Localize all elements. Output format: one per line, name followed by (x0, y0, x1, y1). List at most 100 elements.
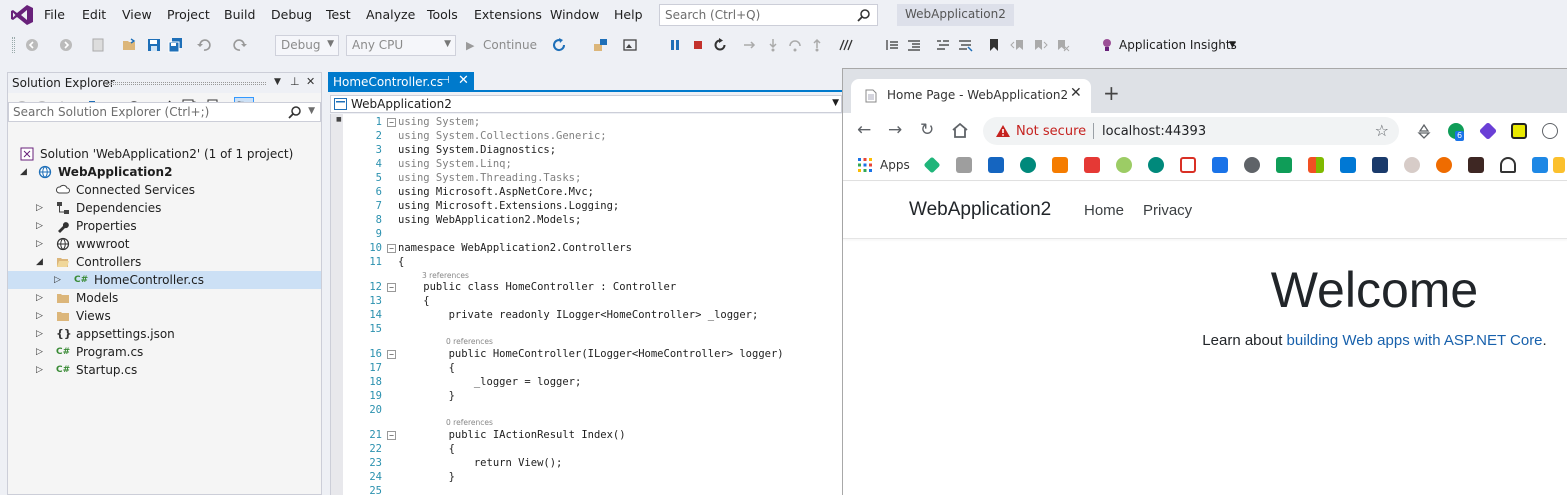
solution-explorer-search[interactable]: Search Solution Explorer (Ctrl+;) ▼ (8, 102, 321, 122)
tree-item-startup[interactable]: ▷ C# Startup.cs (8, 361, 321, 379)
application-insights-button[interactable]: Application Insights (1119, 38, 1237, 52)
bookmark-lock-icon[interactable] (1500, 157, 1516, 173)
step-into-icon[interactable] (765, 37, 781, 53)
toolbar-grip[interactable] (12, 37, 15, 53)
continue-button[interactable]: Continue (483, 38, 537, 52)
bookmark-icon[interactable] (1532, 157, 1548, 173)
learn-link[interactable]: building Web apps with ASP.NET Core (1287, 332, 1543, 349)
bookmark-icon[interactable] (1084, 157, 1100, 173)
clear-bookmarks-icon[interactable] (1054, 37, 1070, 53)
code-line[interactable]: 2 using System.Collections.Generic; (331, 129, 843, 143)
uncomment-lines-icon[interactable] (957, 37, 973, 53)
visual-studio-logo-icon[interactable] (10, 4, 34, 26)
new-project-icon[interactable] (90, 37, 106, 53)
collapse-region-icon[interactable]: − (387, 283, 396, 292)
menu-window[interactable]: Window (550, 7, 599, 22)
step-out-icon[interactable] (809, 37, 825, 53)
play-icon[interactable]: ▶ (466, 39, 474, 52)
collapsed-arrow-icon[interactable]: ▷ (36, 325, 43, 343)
tab-homecontroller[interactable]: HomeController.cs ⊣ ✕ (328, 72, 474, 92)
tree-item-wwwroot[interactable]: ▷ wwwroot (8, 235, 321, 253)
bookmark-icon[interactable] (1052, 157, 1068, 173)
bookmark-folder-icon[interactable] (1553, 157, 1565, 173)
collapsed-arrow-icon[interactable]: ▷ (36, 199, 43, 217)
code-line[interactable]: 10− namespace WebApplication2.Controllers (331, 241, 843, 255)
code-line[interactable]: 4 using System.Linq; (331, 157, 843, 171)
menu-edit[interactable]: Edit (82, 7, 106, 22)
menu-build[interactable]: Build (224, 7, 255, 22)
tree-item-homecontroller[interactable]: ▷ C# HomeController.cs (8, 271, 321, 289)
tree-item-solution[interactable]: Solution 'WebApplication2' (1 of 1 proje… (8, 145, 321, 163)
bookmark-avatar-icon[interactable] (1404, 157, 1420, 173)
code-line[interactable]: 7 using Microsoft.Extensions.Logging; (331, 199, 843, 213)
code-line[interactable]: 5 using System.Threading.Tasks; (331, 171, 843, 185)
stop-debugging-icon[interactable] (690, 37, 706, 53)
reload-icon[interactable]: ↻ (920, 121, 934, 139)
nav-link-privacy[interactable]: Privacy (1143, 202, 1192, 219)
tree-item-views[interactable]: ▷ Views (8, 307, 321, 325)
collapsed-arrow-icon[interactable]: ▷ (36, 343, 43, 361)
vs-search-box[interactable]: Search (Ctrl+Q) (659, 4, 878, 26)
close-icon[interactable]: ✕ (306, 75, 315, 88)
chevron-down-icon[interactable]: ▼ (308, 106, 315, 116)
code-line[interactable]: 14 private readonly ILogger<HomeControll… (331, 308, 843, 322)
extension-layers-icon[interactable] (1478, 121, 1498, 141)
code-line[interactable]: 25 (331, 484, 843, 495)
expanded-arrow-icon[interactable]: ◢ (20, 163, 27, 181)
editor-project-dropdown[interactable]: WebApplication2 ▼ (330, 95, 842, 113)
step-over-icon[interactable] (787, 37, 803, 53)
bookmark-microsoft-icon[interactable] (1308, 157, 1324, 173)
menu-view[interactable]: View (122, 7, 152, 22)
bookmark-r-icon[interactable] (1372, 157, 1388, 173)
bookmark-apps-label[interactable]: Apps (880, 158, 910, 172)
code-line[interactable]: 17 { (331, 361, 843, 375)
browser-link-icon[interactable] (593, 37, 609, 53)
code-line[interactable]: 21− public IActionResult Index() (331, 428, 843, 442)
save-icon[interactable] (146, 37, 162, 53)
collapsed-arrow-icon[interactable]: ▷ (36, 307, 43, 325)
collapse-region-icon[interactable]: − (387, 350, 396, 359)
apps-grid-icon[interactable] (857, 157, 873, 173)
menu-extensions[interactable]: Extensions (474, 7, 542, 22)
extension-profile-icon[interactable] (1542, 123, 1558, 139)
undo-icon[interactable] (196, 37, 212, 53)
address-bar[interactable]: Not secure localhost:44393 ☆ (983, 117, 1399, 145)
bookmark-globe-icon[interactable] (1244, 157, 1260, 173)
bookmark-gmail-icon[interactable] (1180, 157, 1196, 173)
comment-lines-icon[interactable] (935, 37, 951, 53)
bookmark-azure-devops-icon[interactable] (1340, 157, 1356, 173)
bookmark-icon[interactable] (1116, 157, 1132, 173)
refresh-icon[interactable] (551, 37, 567, 53)
collapsed-arrow-icon[interactable]: ▷ (36, 289, 43, 307)
bookmark-icon[interactable] (1020, 157, 1036, 173)
code-line[interactable]: 6 using Microsoft.AspNetCore.Mvc; (331, 185, 843, 199)
nav-link-home[interactable]: Home (1084, 202, 1124, 219)
collapse-region-icon[interactable]: − (387, 118, 396, 127)
code-line[interactable]: 22 { (331, 442, 843, 456)
code-line[interactable]: 20 (331, 403, 843, 417)
expanded-arrow-icon[interactable]: ◢ (36, 253, 43, 271)
lightbulb-icon[interactable] (1099, 37, 1115, 53)
bookmark-icon[interactable] (986, 37, 1002, 53)
navigate-forward-icon[interactable] (58, 37, 74, 53)
code-editor[interactable]: ■ 1− using System; 2 using System.Collecti… (330, 114, 842, 495)
new-tab-icon[interactable]: + (1103, 83, 1120, 103)
back-arrow-icon[interactable]: ← (857, 121, 871, 139)
tree-item-properties[interactable]: ▷ Properties (8, 217, 321, 235)
bookmark-icon[interactable] (988, 157, 1004, 173)
bookmark-calendar-icon[interactable] (1212, 157, 1228, 173)
code-line[interactable]: 9 (331, 227, 843, 241)
menu-test[interactable]: Test (326, 7, 351, 22)
extension-n-icon[interactable] (1511, 123, 1527, 139)
restart-icon[interactable] (712, 37, 728, 53)
panel-drag-grip[interactable] (106, 82, 266, 85)
bookmark-icon[interactable] (1436, 157, 1452, 173)
code-line[interactable]: 8 using WebApplication2.Models; (331, 213, 843, 227)
site-brand-link[interactable]: WebApplication2 (909, 199, 1051, 221)
forward-arrow-icon[interactable]: → (888, 121, 902, 139)
tree-item-connected-services[interactable]: Connected Services (8, 181, 321, 199)
code-line[interactable]: 15 (331, 322, 843, 336)
bookmark-sheets-icon[interactable] (1276, 157, 1292, 173)
navigate-back-icon[interactable] (24, 37, 40, 53)
tree-item-models[interactable]: ▷ Models (8, 289, 321, 307)
